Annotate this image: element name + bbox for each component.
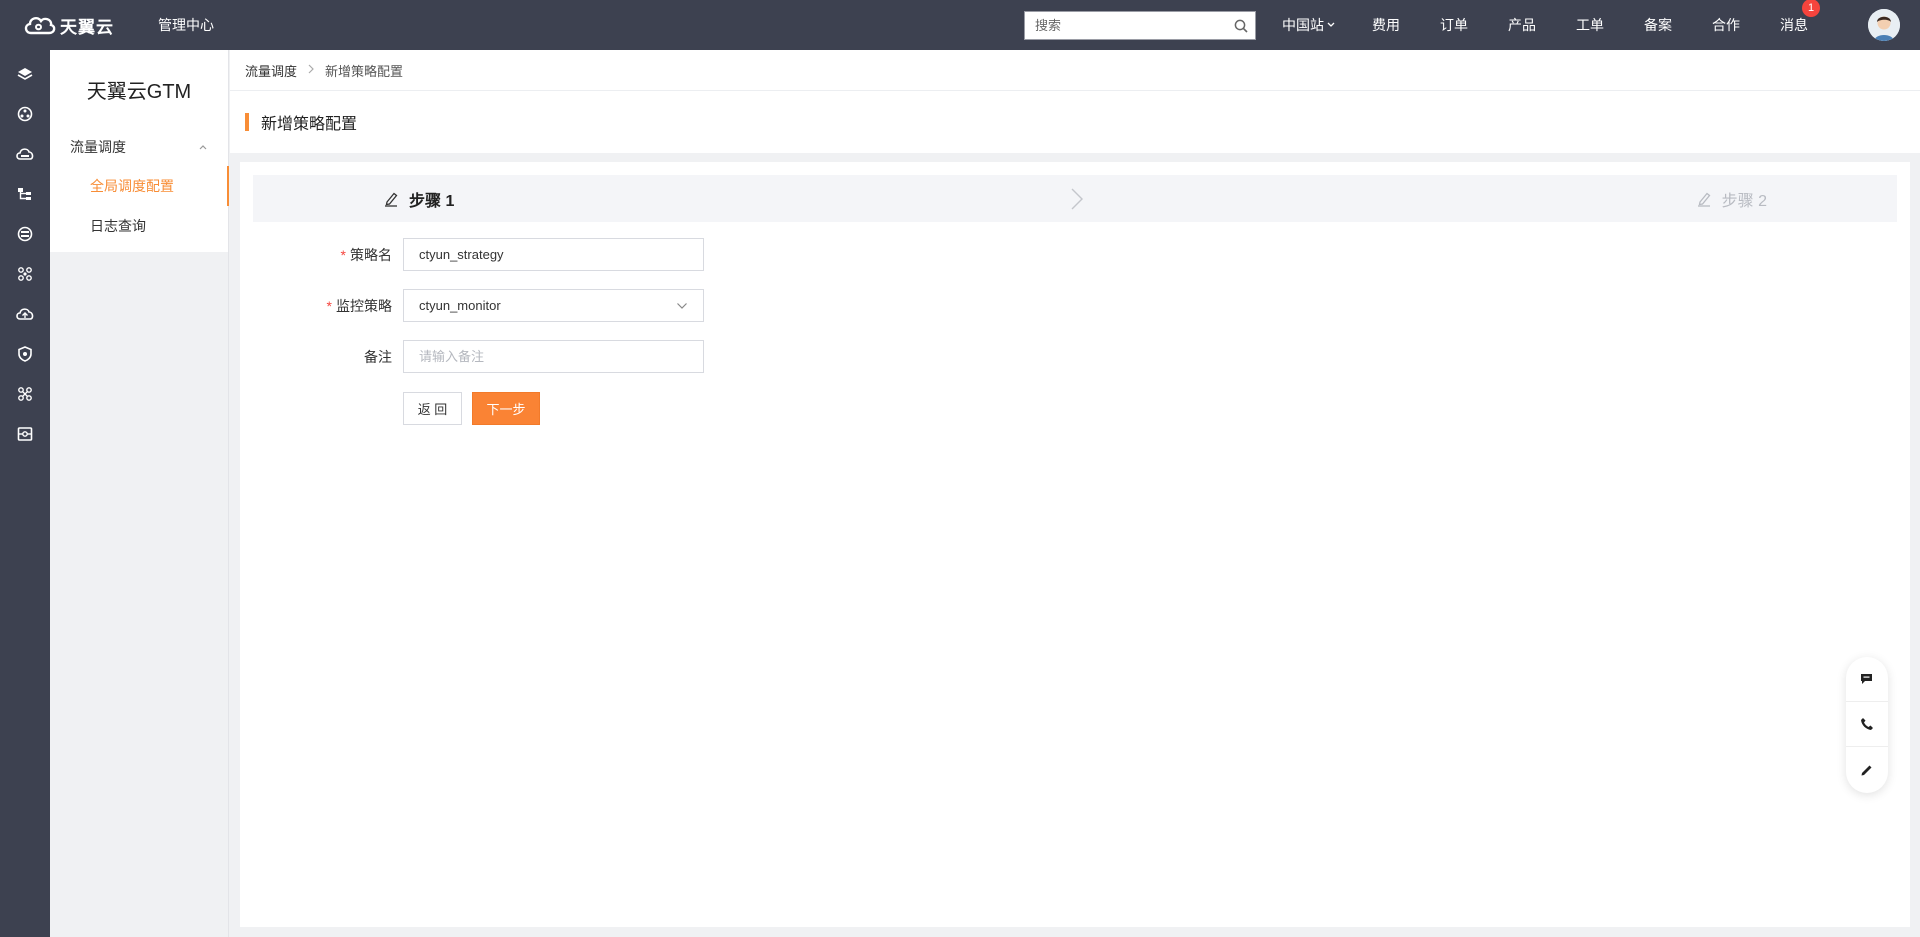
rail-cloud[interactable] xyxy=(0,134,50,174)
avatar-icon xyxy=(1868,9,1900,41)
database-icon xyxy=(17,226,33,242)
search-icon[interactable] xyxy=(1227,12,1255,39)
remark-label: 备注 xyxy=(240,340,403,373)
field-row-remark: 备注 xyxy=(240,340,704,373)
phone-button[interactable] xyxy=(1846,702,1888,747)
steps-bar: 步骤 1 步骤 2 xyxy=(253,175,1897,222)
rail-nodes[interactable] xyxy=(0,374,50,414)
console-link[interactable]: 管理中心 xyxy=(158,15,214,35)
required-mark: * xyxy=(326,297,332,314)
remark-input[interactable] xyxy=(419,349,688,364)
nodes-icon xyxy=(18,387,32,401)
title-accent-bar xyxy=(245,113,249,131)
required-mark: * xyxy=(340,246,346,263)
rail-monitor[interactable] xyxy=(0,414,50,454)
feedback-button[interactable] xyxy=(1846,747,1888,792)
strategy-name-field xyxy=(403,238,704,271)
nav-messages[interactable]: 消息 1 xyxy=(1780,0,1820,35)
region-dropdown[interactable]: 中国站 xyxy=(1282,15,1336,35)
org-chart-icon xyxy=(18,188,31,200)
cloud-upload-icon xyxy=(16,308,34,320)
nav-filing[interactable]: 备案 xyxy=(1644,15,1672,35)
breadcrumb-parent[interactable]: 流量调度 xyxy=(245,61,297,80)
cloud-logo-icon xyxy=(24,16,56,35)
rail-org[interactable] xyxy=(0,174,50,214)
sidebar-item-log-query[interactable]: 日志查询 xyxy=(50,206,228,246)
product-rail xyxy=(0,50,50,937)
monitor-label-text: 监控策略 xyxy=(336,297,392,314)
network-icon xyxy=(17,106,33,122)
phone-icon xyxy=(1861,718,1873,730)
search-input[interactable] xyxy=(1025,12,1227,39)
nav-tickets[interactable]: 工单 xyxy=(1576,15,1604,35)
rail-network[interactable] xyxy=(0,94,50,134)
nav-orders[interactable]: 订单 xyxy=(1440,15,1468,35)
cloud-icon xyxy=(16,148,34,160)
user-avatar[interactable] xyxy=(1868,9,1900,41)
sidebar-group-label: 流量调度 xyxy=(70,139,126,155)
rail-database[interactable] xyxy=(0,214,50,254)
step-2: 步骤 2 xyxy=(1696,175,1767,222)
sidebar-item-global-config[interactable]: 全局调度配置 xyxy=(50,166,229,206)
rail-security[interactable] xyxy=(0,334,50,374)
remark-field xyxy=(403,340,704,373)
search-box xyxy=(1024,11,1256,40)
brand-name: 天翼云 xyxy=(60,17,114,37)
name-label: * 策略名 xyxy=(240,238,403,271)
cluster-icon xyxy=(18,267,32,281)
remark-label-text: 备注 xyxy=(364,348,392,365)
monitor-icon xyxy=(17,427,33,441)
step-1-label: 步骤 1 xyxy=(409,192,455,210)
monitor-label: * 监控策略 xyxy=(240,289,403,322)
pencil-icon xyxy=(1861,765,1872,775)
product-title: 天翼云GTM xyxy=(86,80,192,103)
next-button[interactable]: 下一步 xyxy=(472,392,540,425)
top-bar: 天翼云 管理中心 中国站 费用 订单 产品 工单 备案 合作 消息 1 xyxy=(0,0,1920,50)
sidebar-group-traffic[interactable]: 流量调度 xyxy=(50,128,228,166)
shield-icon xyxy=(18,346,32,362)
back-button[interactable]: 返 回 xyxy=(403,392,462,425)
step-arrow-icon xyxy=(1071,188,1083,210)
nav-products[interactable]: 产品 xyxy=(1508,15,1536,35)
step-2-label: 步骤 2 xyxy=(1721,192,1767,210)
rail-layers[interactable] xyxy=(0,54,50,94)
form-panel: 步骤 1 步骤 2 *策略名 *监控策略 ctyun_monitor xyxy=(240,162,1910,927)
brand-logo[interactable]: 天翼云 xyxy=(22,13,132,38)
step-1: 步骤 1 xyxy=(383,175,454,222)
floating-toolbar xyxy=(1846,657,1888,793)
rail-cluster[interactable] xyxy=(0,254,50,294)
chat-button[interactable] xyxy=(1846,657,1888,702)
chevron-down-icon xyxy=(1327,22,1335,27)
nav-partners[interactable]: 合作 xyxy=(1712,15,1740,35)
form-actions: 返 回 下一步 xyxy=(403,392,540,425)
sidebar-menu: 天翼云GTM 流量调度 全局调度配置 日志查询 xyxy=(50,50,229,252)
nav-billing[interactable]: 费用 xyxy=(1372,15,1400,35)
breadcrumb-current: 新增策略配置 xyxy=(325,63,404,79)
rail-cloud-upload[interactable] xyxy=(0,294,50,334)
layers-icon xyxy=(17,68,33,80)
breadcrumb: 流量调度 新增策略配置 xyxy=(230,50,1920,91)
top-nav: 中国站 费用 订单 产品 工单 备案 合作 消息 1 xyxy=(1282,0,1820,50)
chevron-up-icon xyxy=(199,145,207,150)
region-label: 中国站 xyxy=(1282,17,1324,33)
edit-icon xyxy=(1696,191,1712,207)
main-content: 流量调度 新增策略配置 新增策略配置 步骤 1 步骤 2 * 策略名 ctyun… xyxy=(230,50,1920,937)
messages-label: 消息 xyxy=(1780,17,1808,33)
strategy-name-input[interactable] xyxy=(419,247,688,262)
messages-badge: 1 xyxy=(1802,0,1820,17)
chat-icon xyxy=(1861,674,1872,684)
chevron-down-icon xyxy=(677,302,687,309)
product-sidebar: 天翼云GTM 流量调度 全局调度配置 日志查询 xyxy=(50,50,229,937)
page-header: 新增策略配置 xyxy=(230,91,1920,153)
edit-icon xyxy=(383,191,399,207)
field-row-monitor: * 监控策略 ctyun_monitor xyxy=(240,289,704,322)
name-label-text: 策略名 xyxy=(350,246,392,263)
chevron-right-icon xyxy=(307,63,315,77)
field-row-name: * 策略名 xyxy=(240,238,704,271)
monitor-strategy-select[interactable]: ctyun_monitor xyxy=(403,289,704,322)
monitor-strategy-value: ctyun_monitor xyxy=(419,298,501,313)
page-title: 新增策略配置 xyxy=(261,116,358,133)
